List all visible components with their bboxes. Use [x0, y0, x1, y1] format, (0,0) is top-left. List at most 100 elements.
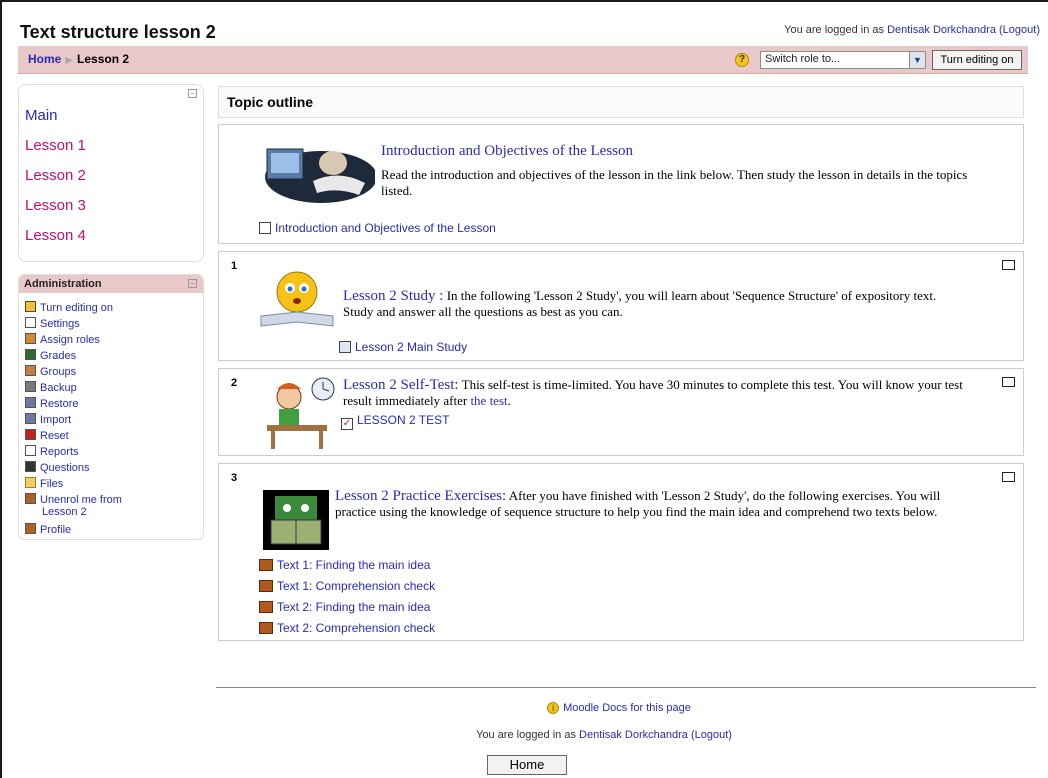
highlight-toggle-icon[interactable]	[1002, 377, 1015, 387]
restore-icon	[25, 397, 36, 408]
admin-assign-roles[interactable]: Assign roles	[25, 333, 100, 346]
info-icon: i	[547, 702, 560, 714]
help-icon[interactable]: ?	[735, 53, 749, 67]
window-top-border	[0, 0, 1048, 2]
section-3-summary: Lesson 2 Practice Exercises: After you h…	[335, 488, 971, 520]
section-intro: Introduction and Objectives of the Lesso…	[218, 124, 1024, 244]
breadcrumb-current: Lesson 2	[77, 52, 130, 66]
section-link-main[interactable]: Main	[25, 107, 58, 124]
admin-settings[interactable]: Settings	[25, 317, 80, 330]
section-1-activity-link[interactable]: Lesson 2 Main Study	[339, 340, 467, 354]
admin-item-label: Restore	[40, 398, 79, 410]
admin-item-label: Turn editing on	[40, 302, 113, 314]
import-icon	[25, 413, 36, 424]
window-left-border	[0, 0, 2, 778]
admin-reports[interactable]: Reports	[25, 445, 79, 458]
breadcrumb: Home ▶ Lesson 2	[28, 52, 129, 66]
admin-item-label: Import	[40, 414, 72, 426]
admin-item-label: Files	[40, 478, 64, 490]
section-link-lesson-2[interactable]: Lesson 2	[25, 167, 86, 184]
exercise-link[interactable]: Text 2: Comprehension check	[259, 621, 435, 635]
navbar: Home ▶ Lesson 2 ? Switch role to... ▼ Turn…	[18, 46, 1028, 74]
exercise-link-label: Text 2: Comprehension check	[277, 621, 436, 635]
section-2-title: Lesson 2 Self-Test:	[343, 377, 459, 393]
moodle-docs-link[interactable]: Moodle Docs for this page	[563, 702, 691, 714]
hot-potatoes-icon	[259, 559, 273, 571]
admin-files[interactable]: Files	[25, 477, 63, 490]
chevron-down-icon[interactable]: ▼	[909, 52, 925, 68]
administration-block: Administration − Turn editing on Setting…	[18, 274, 204, 540]
section-link-lesson-1[interactable]: Lesson 1	[25, 137, 86, 154]
collapse-icon[interactable]: −	[188, 279, 197, 288]
highlight-toggle-icon[interactable]	[1002, 472, 1015, 482]
exercise-link[interactable]: Text 2: Finding the main idea	[259, 600, 430, 614]
exercise-link-label: Text 2: Finding the main idea	[277, 600, 431, 614]
intro-text: Read the introduction and objectives of …	[381, 167, 968, 198]
switch-role-select[interactable]: Switch role to... ▼	[760, 51, 926, 69]
footer-user-link[interactable]: Dentisak Dorkchandra	[579, 729, 688, 741]
admin-item-label: Backup	[40, 382, 77, 394]
switch-role-value: Switch role to...	[765, 53, 841, 65]
grades-icon	[25, 349, 36, 360]
exercise-link[interactable]: Text 1: Comprehension check	[259, 579, 435, 593]
admin-item-label: Reset	[40, 430, 69, 442]
admin-item-label: Assign roles	[40, 334, 100, 346]
settings-icon	[25, 317, 36, 328]
section-number: 1	[231, 260, 238, 272]
home-button[interactable]: Home	[487, 755, 567, 775]
topic-outline-header: Topic outline	[218, 86, 1024, 118]
footer-login-prefix: You are logged in as	[476, 729, 576, 741]
reader-image	[263, 490, 329, 550]
reports-icon	[25, 445, 36, 456]
admin-groups[interactable]: Groups	[25, 365, 76, 378]
admin-turn-editing-on[interactable]: Turn editing on	[25, 301, 113, 314]
section-2-activity-link[interactable]: ✓ LESSON 2 TEST	[341, 413, 449, 430]
intro-resource-link[interactable]: Introduction and Objectives of the Lesso…	[259, 221, 496, 235]
admin-import[interactable]: Import	[25, 413, 71, 426]
quiz-icon: ✓	[341, 418, 353, 430]
section-1-link-label: Lesson 2 Main Study	[355, 340, 468, 354]
resource-page-icon	[259, 222, 271, 234]
admin-reset[interactable]: Reset	[25, 429, 69, 442]
section-2-text-end: .	[507, 393, 511, 408]
user-link[interactable]: Dentisak Dorkchandra	[887, 24, 996, 36]
footer-logout-link[interactable]: (Logout)	[691, 729, 732, 741]
admin-item-label: Settings	[40, 318, 80, 330]
section-2-summary: Lesson 2 Self-Test: This self-test is ti…	[343, 377, 963, 409]
section-2: 2 Lesson 2 Self-Test: This self-test is …	[218, 368, 1024, 456]
admin-title: Administration	[24, 278, 102, 290]
roles-icon	[25, 333, 36, 344]
edit-icon	[25, 301, 36, 312]
turn-editing-on-button[interactable]: Turn editing on	[932, 50, 1022, 70]
exercise-link[interactable]: Text 1: Finding the main idea	[259, 558, 430, 572]
the-test-link[interactable]: the test	[470, 393, 507, 408]
unenrol-icon	[25, 493, 36, 504]
highlight-toggle-icon[interactable]	[1002, 260, 1015, 270]
section-link-lesson-3[interactable]: Lesson 3	[25, 197, 86, 214]
breadcrumb-home[interactable]: Home	[28, 52, 61, 66]
admin-backup[interactable]: Backup	[25, 381, 77, 394]
admin-restore[interactable]: Restore	[25, 397, 79, 410]
section-2-link-label: LESSON 2 TEST	[357, 413, 450, 427]
logout-link[interactable]: (Logout)	[999, 24, 1040, 36]
admin-item-label: Questions	[40, 462, 90, 474]
admin-item-label: Grades	[40, 350, 77, 362]
admin-item-label: Profile	[40, 524, 72, 536]
admin-unenrol[interactable]: Unenrol me from Lesson 2	[25, 493, 122, 518]
login-prefix: You are logged in as	[784, 24, 885, 36]
hot-potatoes-icon	[259, 580, 273, 592]
admin-item-label-line2: Lesson 2	[42, 506, 87, 518]
admin-profile[interactable]: Profile	[25, 523, 71, 536]
section-3-title: Lesson 2 Practice Exercises:	[335, 488, 507, 504]
admin-header: Administration −	[19, 275, 203, 293]
section-3: 3 Lesson 2 Practice Exercises: After you…	[218, 463, 1024, 641]
breadcrumb-separator-icon: ▶	[65, 55, 74, 66]
smiley-book-image	[260, 271, 334, 327]
section-link-lesson-4[interactable]: Lesson 4	[25, 227, 86, 244]
admin-questions[interactable]: Questions	[25, 461, 90, 474]
login-info: You are logged in as Dentisak Dorkchandr…	[784, 24, 1040, 36]
intro-title: Introduction and Objectives of the Lesso…	[381, 143, 634, 159]
admin-item-label: Reports	[40, 446, 79, 458]
collapse-icon[interactable]: −	[188, 89, 197, 98]
admin-grades[interactable]: Grades	[25, 349, 76, 362]
